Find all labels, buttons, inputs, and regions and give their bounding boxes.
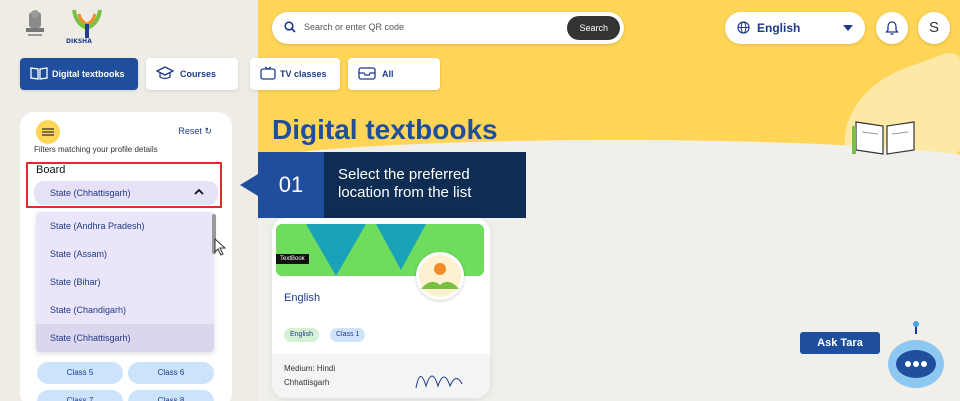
textbook-card[interactable]: TextBook English English Class 1 Medium:… <box>272 218 490 398</box>
tab-label: Courses <box>180 69 217 79</box>
dropdown-option[interactable]: State (Andhra Pradesh) <box>36 212 214 240</box>
card-subject: English <box>284 292 321 304</box>
mouse-cursor-icon <box>214 238 227 256</box>
dropdown-option[interactable]: State (Assam) <box>36 240 214 268</box>
page-title: Digital textbooks <box>272 114 498 145</box>
tab-tv-classes[interactable]: TV classes <box>250 58 340 90</box>
reset-label: Reset <box>178 126 202 136</box>
search-icon <box>284 21 296 33</box>
scribble-decoration <box>415 375 463 389</box>
textbook-badge: TextBook <box>276 254 309 264</box>
language-label: English <box>757 21 801 35</box>
search-input[interactable]: Search or enter QR code <box>304 22 404 32</box>
tab-courses[interactable]: Courses <box>146 58 238 90</box>
card-medium: Medium: Hindi <box>284 364 336 373</box>
tab-label: TV classes <box>280 69 327 79</box>
notifications-button[interactable] <box>876 12 908 44</box>
graduation-cap-icon <box>156 66 174 80</box>
search-button[interactable]: Search <box>567 16 620 40</box>
dropdown-option[interactable]: State (Bihar) <box>36 268 214 296</box>
card-thumbnail <box>416 252 464 300</box>
reset-button[interactable]: Reset ↻ <box>178 126 212 137</box>
search-bar[interactable]: Search or enter QR code Search <box>272 12 624 44</box>
bell-icon <box>885 21 899 35</box>
highlight-box <box>26 162 222 208</box>
national-emblem-icon <box>26 10 44 36</box>
logo-text: DIKSHA <box>66 38 92 45</box>
chevron-down-icon <box>843 25 853 31</box>
class-chip[interactable]: Class 6 <box>128 362 214 384</box>
tab-all[interactable]: All <box>348 58 440 90</box>
tab-label: Digital textbooks <box>52 69 125 79</box>
class-chip[interactable]: Class 5 <box>37 362 123 384</box>
card-tag: English <box>284 328 319 342</box>
callout-text: Select the preferred location from the l… <box>324 152 526 218</box>
class-chip[interactable]: Class 7 <box>37 390 123 401</box>
tab-label: All <box>382 69 394 79</box>
dropdown-option[interactable]: State (Chandigarh) <box>36 296 214 324</box>
book-open-icon <box>30 67 48 80</box>
sliders-icon <box>42 128 54 136</box>
class-chip[interactable]: Class 8 <box>128 390 214 401</box>
reset-icon: ↻ <box>204 126 212 136</box>
ask-tara-button[interactable]: Ask Tara <box>800 332 880 354</box>
inbox-icon <box>358 67 376 80</box>
language-select[interactable]: English <box>725 12 865 44</box>
card-tag: Class 1 <box>330 328 366 342</box>
globe-icon <box>737 21 750 34</box>
board-dropdown-list: State (Andhra Pradesh) State (Assam) Sta… <box>36 212 214 352</box>
callout-number: 01 <box>258 152 324 218</box>
filter-caption: Filters matching your profile details <box>34 145 158 154</box>
landscape-icon <box>421 263 459 289</box>
card-board: Chhattisgarh <box>284 378 330 387</box>
book-illustration-icon <box>852 121 915 155</box>
dropdown-option-selected[interactable]: State (Chhattisgarh) <box>36 324 214 352</box>
tab-digital-textbooks[interactable]: Digital textbooks <box>20 58 138 90</box>
tv-icon <box>260 66 276 80</box>
callout-arrow <box>240 174 258 196</box>
filter-toggle-button[interactable] <box>36 120 60 144</box>
robot-assistant-icon[interactable] <box>884 320 948 392</box>
avatar[interactable]: S <box>918 12 950 44</box>
